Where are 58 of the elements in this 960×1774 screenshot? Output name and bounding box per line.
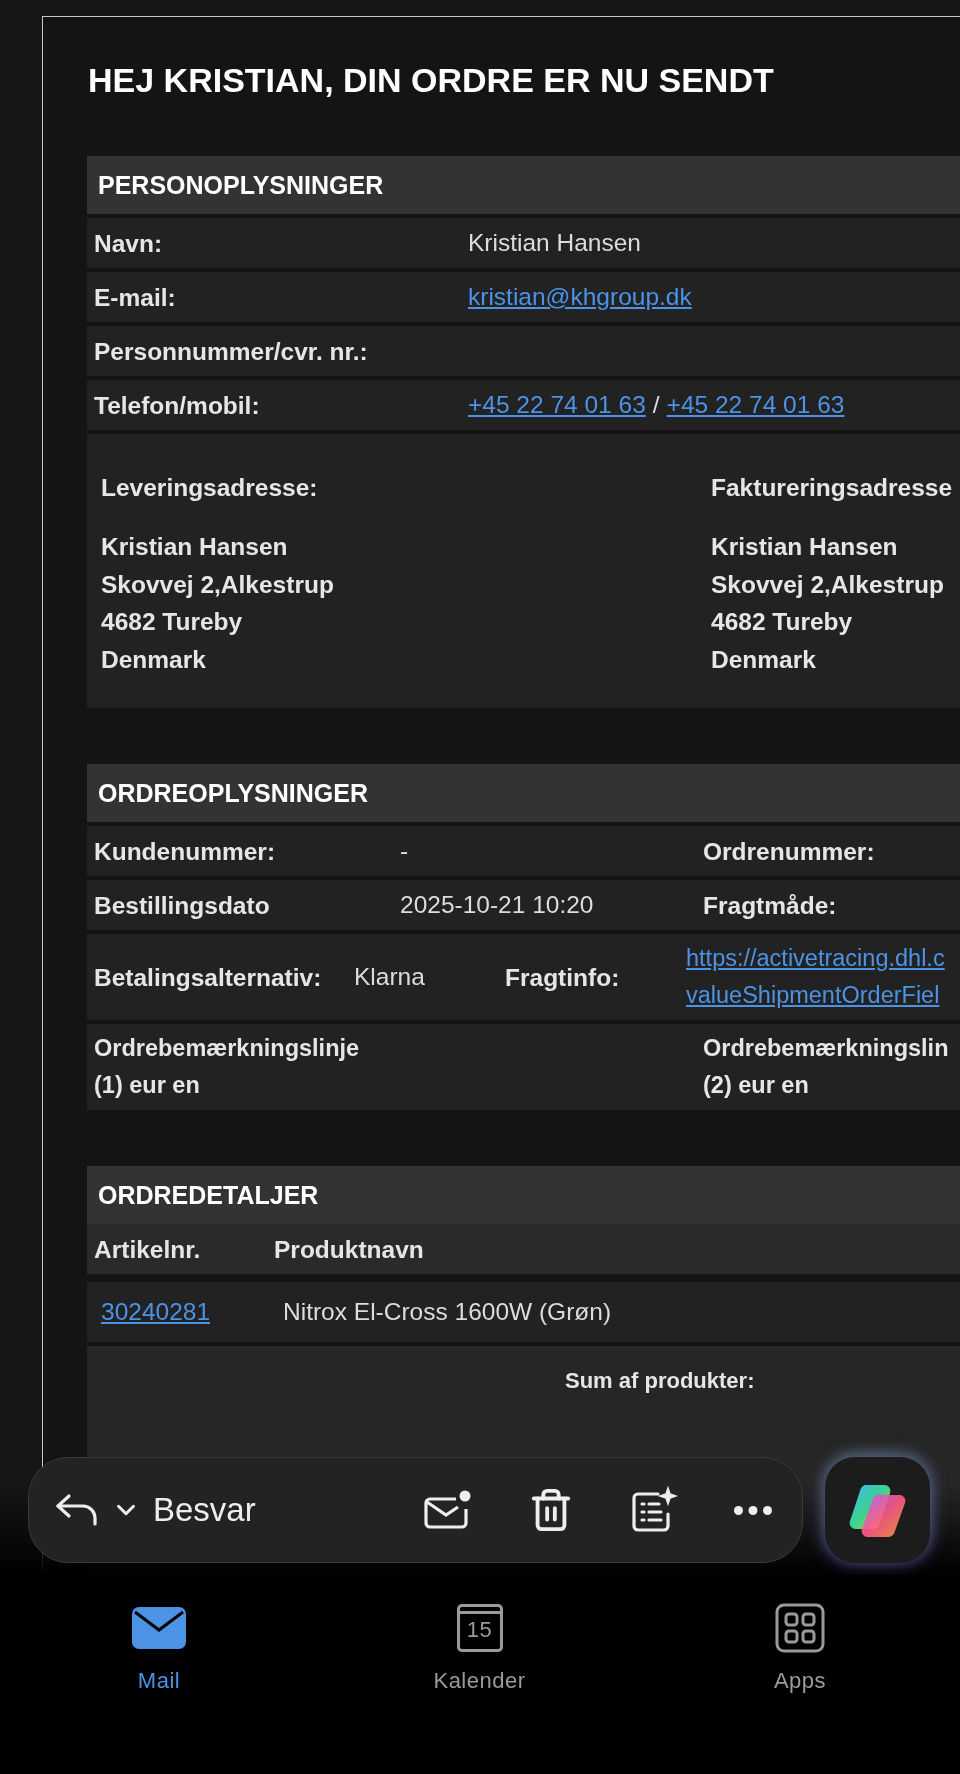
list-sparkle-icon [630,1486,678,1534]
product-name: Nitrox El-Cross 1600W (Grøn) [283,1298,613,1326]
field-label: Bestillingsdato [94,890,271,921]
envelope-icon [131,1606,187,1650]
field-value: 2025-10-21 10:20 [400,891,595,919]
article-link[interactable]: 30240281 [101,1298,283,1326]
field-label: Kundenummer: [94,836,277,867]
field-label: E-mail: [94,282,177,313]
tracking-link[interactable]: https://activetracing.dhl.c [686,940,960,977]
address-line: Skovvej 2,Alkestrup [711,569,945,600]
address-line: Skovvej 2,Alkestrup [101,569,335,600]
contact-link[interactable]: +45 22 74 01 63 [666,391,845,419]
field-label: Telefon/mobil: [94,390,261,421]
field-label: Ordrenummer: [703,836,876,867]
note-text: Ordrebemærkningslin [703,1034,950,1063]
address-line: Denmark [711,644,817,675]
summary-label: Sum af produkter: [565,1368,755,1393]
contact-link[interactable]: +45 22 74 01 63 [468,391,646,419]
address-line: Kristian Hansen [101,532,289,562]
more-button[interactable] [734,1505,772,1515]
section-header: ORDREOPLYSNINGER [87,764,960,822]
column-header: Produktnavn [274,1234,425,1265]
more-icon [734,1505,772,1515]
email-heading: HEJ KRISTIAN, DIN ORDRE ER NU SENDT [88,61,775,100]
column-header: Artikelnr. [94,1234,202,1265]
tab-bar-item[interactable]: 15 Kalender [399,1597,560,1774]
reply-button[interactable]: Besvar [55,1491,256,1529]
field-label: Fragtmåde: [703,890,838,921]
summary-button[interactable] [630,1486,678,1534]
address-title: Faktureringsadresse [711,474,954,502]
section-header: PERSONOPLYSNINGER [87,156,960,214]
address-title: Leveringsadresse: [101,474,319,502]
tab-bar-item[interactable]: Mail [79,1597,239,1774]
section-header: ORDREDETALJER [87,1166,960,1224]
contact-link[interactable]: kristian@khgroup.dk [468,283,692,311]
envelope-dot-icon [424,1489,472,1531]
address-line: Kristian Hansen [711,532,899,562]
field-value: Kristian Hansen [468,229,641,257]
reply-arrow-icon [55,1492,99,1528]
address-line: 4682 Tureby [101,607,244,637]
tab-bar-item[interactable]: Apps [720,1597,880,1774]
note-text: Ordrebemærkningslinje [94,1034,361,1063]
field-value: - [400,837,410,865]
field-value: / [652,391,660,419]
address-line: Denmark [101,644,207,675]
field-label: Fragtinfo: [505,962,621,993]
assistant-button[interactable] [825,1457,930,1563]
note-text: (1) eur en [94,1071,201,1100]
field-label: Betalingsalternativ: [94,962,323,993]
field-value: Klarna [354,963,426,991]
address-line: 4682 Tureby [711,607,854,637]
field-label: Personnummer/cvr. nr.: [94,336,369,367]
tracking-link[interactable]: valueShipmentOrderFiel [686,977,960,1014]
mark-unread-button[interactable] [424,1489,472,1531]
note-text: (2) eur en [703,1071,810,1100]
grid-icon [775,1603,825,1653]
field-label: Navn: [94,228,164,259]
calendar-icon: 15 [456,1604,503,1652]
